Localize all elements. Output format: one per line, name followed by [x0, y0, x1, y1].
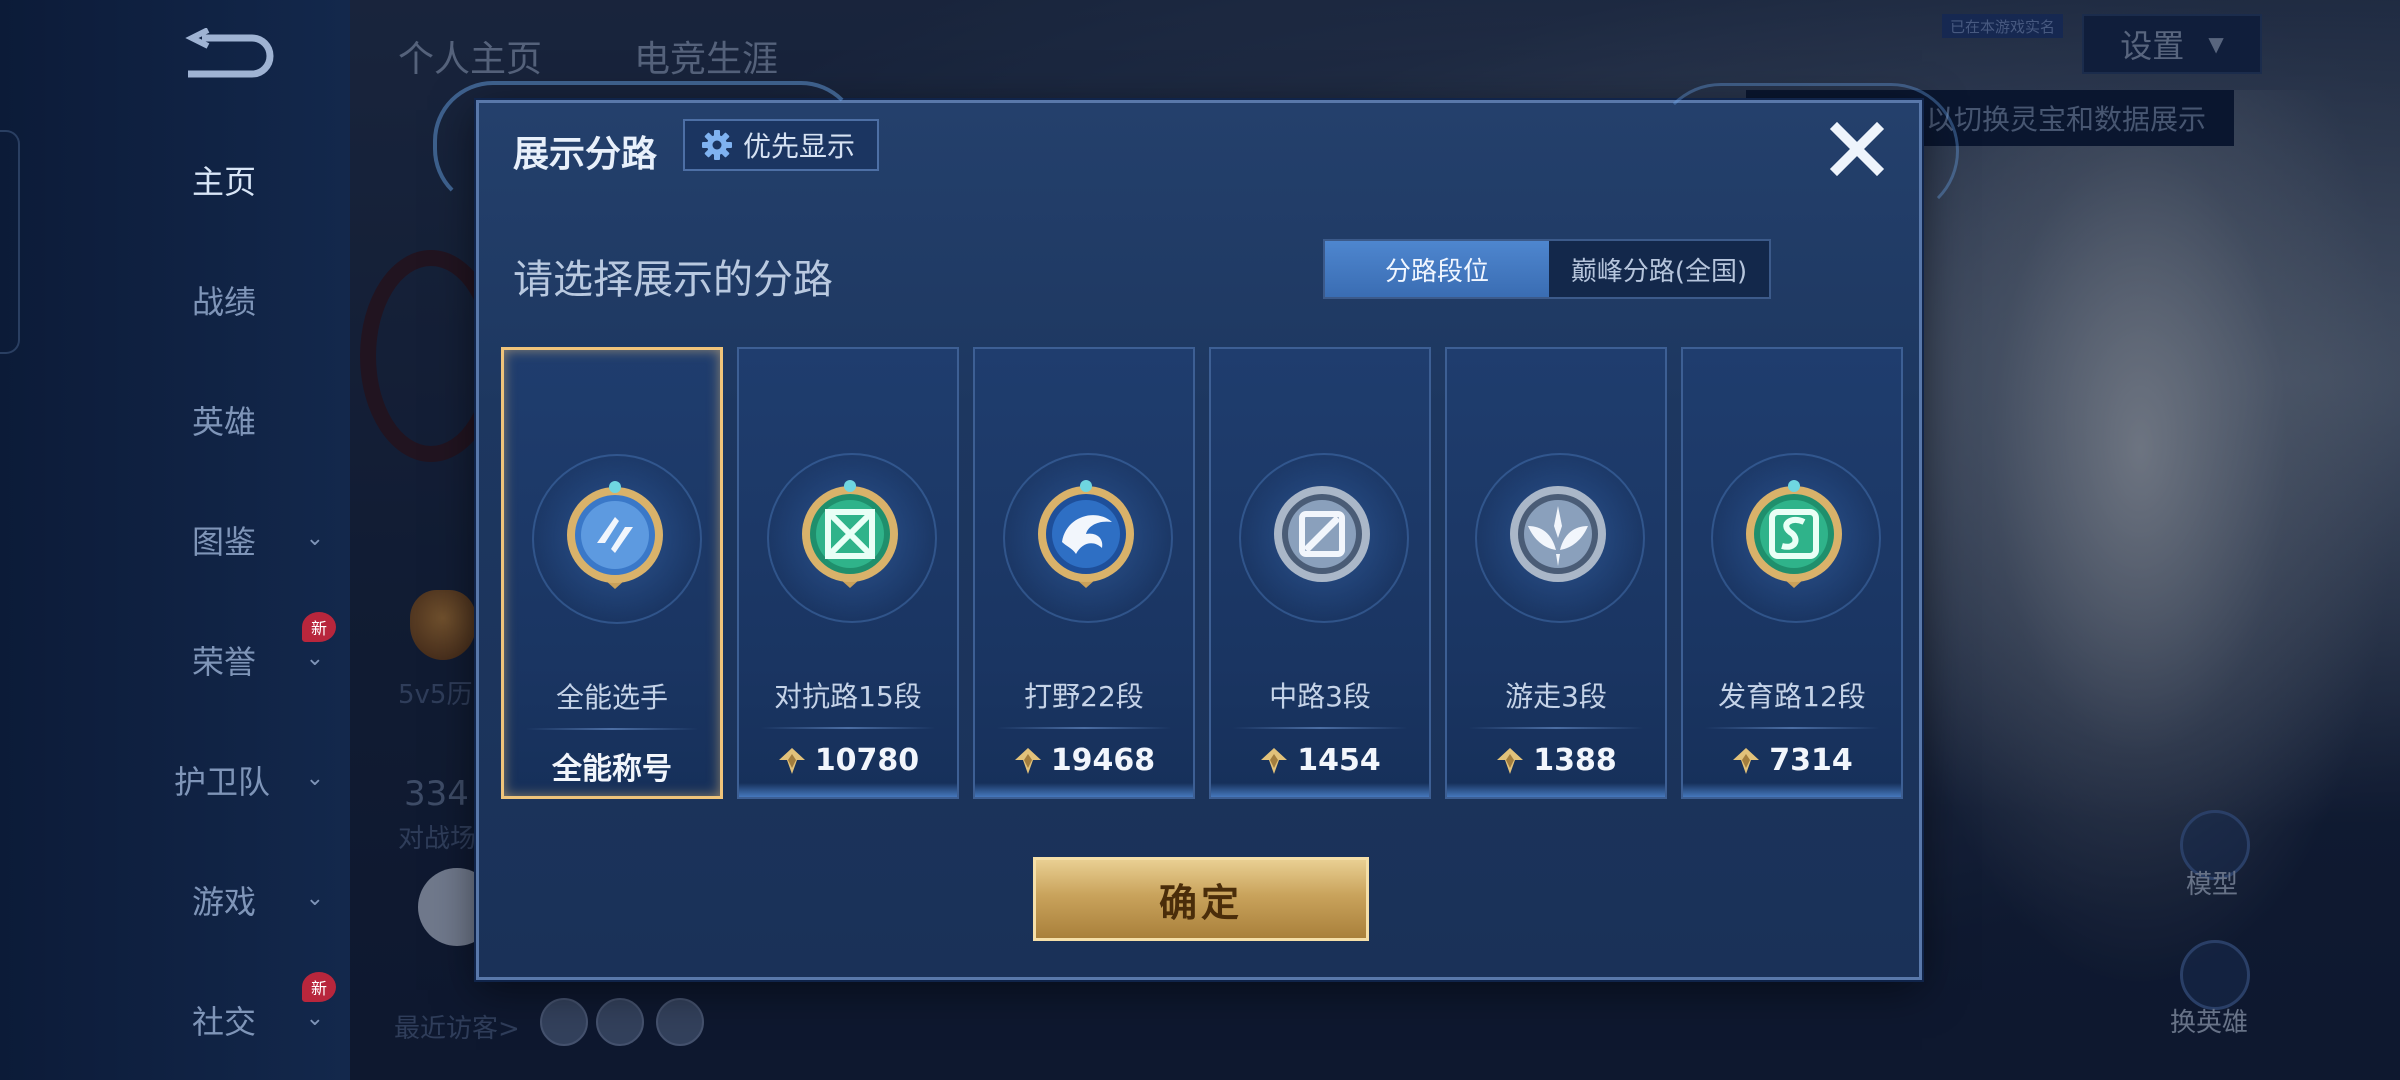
- back-arrow-icon[interactable]: [182, 28, 278, 82]
- sidebar-item-label: 英雄: [192, 403, 257, 441]
- chevron-down-icon: ⌄: [305, 526, 324, 551]
- divider: [1705, 727, 1879, 729]
- priority-display-button[interactable]: 优先显示: [683, 119, 879, 171]
- lane-card-value: 19468: [975, 743, 1193, 778]
- chevron-down-icon: ⌄: [305, 886, 324, 911]
- lane-points: 10780: [814, 743, 920, 778]
- lane-points: 19468: [1050, 743, 1156, 778]
- tab-peak-lane-national[interactable]: 巅峰分路(全国): [1549, 241, 1769, 297]
- sidebar-item-guard-team[interactable]: 护卫队 ⌄: [150, 750, 324, 810]
- sidebar-item-home[interactable]: 主页: [150, 150, 310, 210]
- card-glow: [1683, 783, 1901, 797]
- lane-card-value: 全能称号: [504, 744, 720, 788]
- lane-card-allround[interactable]: 全能选手 全能称号: [501, 347, 723, 799]
- lane-mode-toggle: 分路段位 巅峰分路(全国): [1323, 239, 1771, 299]
- dialog-subtitle: 请选择展示的分路: [513, 257, 833, 303]
- confirm-button[interactable]: 确定: [1033, 857, 1369, 941]
- lane-points: 7314: [1769, 743, 1853, 778]
- lane-points: 1388: [1533, 743, 1617, 778]
- side-pull-tab[interactable]: [0, 130, 20, 354]
- allround-lane-icon: [567, 481, 663, 589]
- lane-points-icon: [778, 747, 805, 774]
- lane-card-value: 1388: [1447, 743, 1665, 778]
- lane-card-name: 游走3段: [1505, 680, 1607, 713]
- lane-card-value: 10780: [739, 743, 957, 778]
- card-glow: [739, 783, 957, 797]
- lane-display-dialog: 展示分路 优先显示 请选择展示的分路 分路段位 巅峰分路(全国) 全能选手 全能…: [433, 81, 1959, 980]
- divider: [1469, 727, 1643, 729]
- lane-card-mid[interactable]: 中路3段 1454: [1209, 347, 1431, 799]
- mid-lane-icon: [1274, 486, 1370, 582]
- lane-card-name: 打野22段: [1024, 680, 1144, 713]
- divider: [761, 727, 935, 729]
- lane-card-name: 中路3段: [1269, 680, 1371, 713]
- lane-card-name: 对抗路15段: [774, 680, 922, 713]
- farm-lane-icon: [1746, 480, 1842, 588]
- lane-points-icon: [1733, 747, 1760, 774]
- allround-title-text: 全能称号: [552, 752, 672, 787]
- sidebar-item-label: 游戏: [192, 883, 257, 921]
- tab-lane-rank[interactable]: 分路段位: [1325, 241, 1549, 297]
- lane-card-value: 7314: [1683, 743, 1901, 778]
- gear-icon: [702, 130, 732, 160]
- lane-card-farm[interactable]: 发育路12段 7314: [1681, 347, 1903, 799]
- sidebar-item-label: 社交: [192, 1003, 257, 1041]
- divider: [997, 727, 1171, 729]
- sidebar-item-label: 图鉴: [192, 523, 257, 561]
- dialog-title: 展示分路: [513, 134, 658, 175]
- lane-card-name: 全能选手: [555, 681, 668, 714]
- roam-lane-icon: [1510, 486, 1606, 582]
- sidebar: 主页 战绩 英雄 图鉴 ⌄ 荣誉新 ⌄ 护卫队 ⌄ 游戏 ⌄ 社交新 ⌄: [0, 0, 350, 1080]
- sidebar-item-label: 荣誉: [192, 643, 257, 681]
- card-glow: [1211, 783, 1429, 797]
- sidebar-item-codex[interactable]: 图鉴 ⌄: [150, 510, 324, 570]
- sidebar-item-label: 战绩: [192, 283, 257, 321]
- new-badge: 新: [302, 972, 336, 1002]
- lane-points-icon: [1014, 747, 1041, 774]
- sidebar-item-label: 护卫队: [174, 763, 271, 801]
- sidebar-item-heroes[interactable]: 英雄: [150, 390, 310, 450]
- lane-points: 1454: [1297, 743, 1381, 778]
- card-glow: [1447, 783, 1665, 797]
- chevron-down-icon: ⌄: [305, 1006, 324, 1031]
- chevron-down-icon: ⌄: [305, 766, 324, 791]
- card-glow: [975, 783, 1193, 797]
- lane-points-icon: [1261, 747, 1288, 774]
- decorative-swirl: [1653, 83, 1959, 219]
- lane-card-clash[interactable]: 对抗路15段 10780: [737, 347, 959, 799]
- sidebar-item-honor[interactable]: 荣誉 新 ⌄: [150, 612, 336, 690]
- lane-card-name: 发育路12段: [1718, 680, 1866, 713]
- lane-points-icon: [1497, 747, 1524, 774]
- lane-card-value: 1454: [1211, 743, 1429, 778]
- priority-display-label: 优先显示: [743, 130, 856, 163]
- sidebar-item-records[interactable]: 战绩: [150, 270, 310, 330]
- divider: [1233, 727, 1407, 729]
- new-badge: 新: [302, 612, 336, 642]
- sidebar-item-label: 主页: [192, 163, 257, 201]
- lane-card-roam[interactable]: 游走3段 1388: [1445, 347, 1667, 799]
- chevron-down-icon: ⌄: [305, 646, 324, 671]
- clash-lane-icon: [802, 480, 898, 588]
- lane-card-jungle[interactable]: 打野22段 19468: [973, 347, 1195, 799]
- close-icon[interactable]: [1825, 117, 1889, 181]
- sidebar-item-games[interactable]: 游戏 ⌄: [150, 870, 324, 930]
- divider: [526, 728, 698, 730]
- jungle-lane-icon: [1038, 480, 1134, 588]
- sidebar-item-social[interactable]: 社交 新 ⌄: [150, 972, 336, 1050]
